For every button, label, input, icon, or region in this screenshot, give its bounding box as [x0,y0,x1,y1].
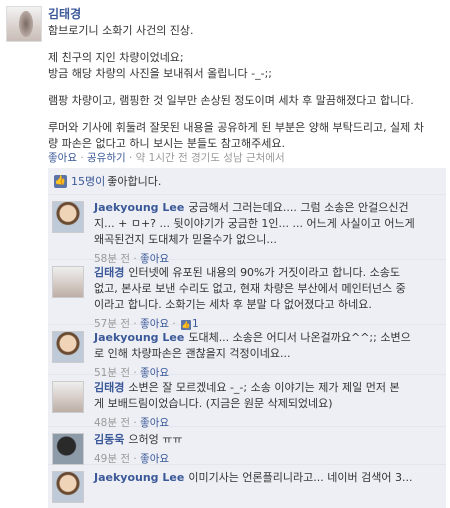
comment-item: 김태경 인터넷에 유포된 내용의 90%가 거짓이라고 합니다. 소송도 없고, … [48,260,446,330]
author-name[interactable]: 김태경 [48,5,81,22]
comment-meta: 49분 전 · 좋아요 [94,453,170,465]
comment-like-link[interactable]: 좋아요 [140,453,169,465]
likes-suffix: 좋아합니다. [107,175,162,188]
likes-summary: 👍 15명이 좋아합니다. [48,168,446,195]
post-line: 함브로기니 소화기 사건의 진상. [48,24,194,37]
commenter-name[interactable]: 김태경 [94,381,124,394]
comment-text: 소변은 잘 모르겠네요 -_-; 소송 이야기는 제가 제일 먼저 본 [128,381,400,394]
comment-text: 없고, 본사로 보낸 수리도 없고, 현재 차량은 부산에서 메인터넌스 중 [94,282,406,295]
comment-text: 도대체... 소송은 어디서 나온걸까요^^;; 소변으 [188,331,411,344]
post-meta: 좋아요 · 공유하기 · 약 1시간 전 경기도 성남 근처에서 [48,150,285,165]
commenter-avatar[interactable] [52,433,84,465]
comment-text: 게 보배드림이었습니다. (지금은 원문 삭제되었네요) [94,397,333,410]
comment-item: 김동욱 으허엉 ㅠㅠ 49분 전 · 좋아요 [48,427,446,465]
commenter-avatar[interactable] [52,266,84,298]
comment-text: 궁금해서 그러는데요.... 그럼 소송은 안걸으신건 [188,201,409,214]
comment-text: 으허엉 ㅠㅠ [128,433,183,446]
like-link[interactable]: 좋아요 [48,152,77,164]
meta-separator: · [76,152,87,164]
post-line: 방금 해당 차량의 사진을 보내줘서 올립니다 -_-;; [48,67,272,80]
meta-separator: · [125,152,136,164]
comments-section: 👍 15명이 좋아합니다. Jaekyoung Lee 궁금해서 그러는데요...… [48,168,446,508]
comment-item: 김태경 소변은 잘 모르겠네요 -_-; 소송 이야기는 제가 제일 먼저 본 게… [48,375,446,429]
commenter-avatar[interactable] [52,381,84,413]
comment-item: Jaekyoung Lee 이미기사는 언론플리니라고... 네이버 검색어 3.… [48,465,446,505]
comment-timestamp[interactable]: 49분 전 [94,453,130,465]
thumbs-up-icon: 👍 [54,174,67,188]
post-line: 루머와 기사에 휘둘려 잘못된 내용을 공유하게 된 부분은 양해 부탁드리고,… [48,121,424,134]
commenter-avatar[interactable] [52,201,84,233]
comment-text: 지... + ㅁ+? ... 뒷이야기가 궁금한 1인... ... 어느게 사… [94,217,415,230]
comment-text: 인터넷에 유포된 내용의 90%가 거짓이라고 합니다. 소송도 [128,266,400,279]
commenter-name[interactable]: Jaekyoung Lee [94,331,184,344]
comment-item: Jaekyoung Lee 도대체... 소송은 어디서 나온걸까요^^;; 소변… [48,325,446,379]
commenter-avatar[interactable] [52,471,84,503]
likes-count-link[interactable]: 15명이 [71,173,105,189]
comment-text: 이미기사는 언론플리니라고... 네이버 검색어 3... [188,471,413,484]
commenter-name[interactable]: 김태경 [94,266,124,279]
post-timestamp[interactable]: 약 1시간 전 경기도 성남 근처에서 [136,152,285,164]
author-avatar[interactable] [6,6,42,42]
share-link[interactable]: 공유하기 [87,152,126,164]
post-line: 제 친구의 지인 차량이었네요; [48,51,184,64]
post-line: 램팡 차량이고, 램핑한 것 일부만 손상된 정도이며 세차 후 말끔해졌다고 … [48,94,414,107]
commenter-name[interactable]: Jaekyoung Lee [94,201,184,214]
post-body: 함브로기니 소화기 사건의 진상. 제 친구의 지인 차량이었네요; 방금 해당… [48,23,443,152]
comment-item: Jaekyoung Lee 궁금해서 그러는데요.... 그럼 소송은 안걸으신건… [48,195,446,265]
commenter-name[interactable]: 김동욱 [94,433,124,446]
comment-text: 왜곡된건지 도대체가 믿을수가 없으니... [94,233,277,246]
commenter-name[interactable]: Jaekyoung Lee [94,471,184,484]
comment-text: 로 인해 차량파손은 괜찮을지 걱정이네요... [94,347,291,360]
commenter-avatar[interactable] [52,331,84,363]
comment-text: 이라고 합니다. 소화기는 세차 후 분말 다 없어졌다고 하네요. [94,298,372,311]
